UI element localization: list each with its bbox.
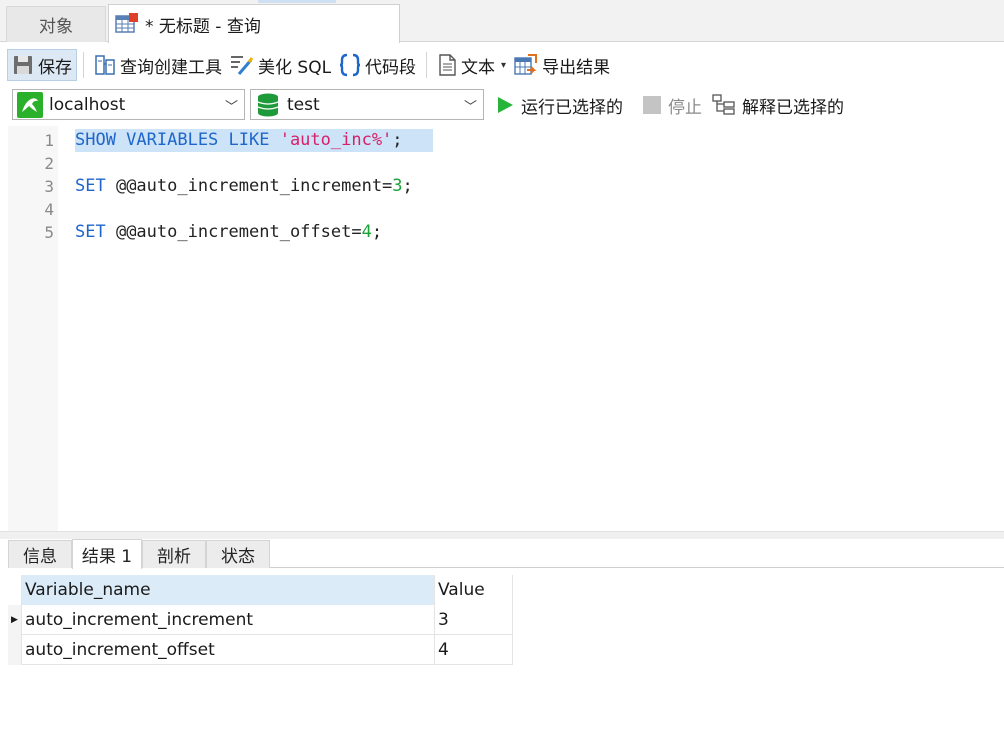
query-table-icon xyxy=(115,13,139,35)
export-results-button[interactable]: 导出结果 xyxy=(510,49,614,81)
sql-keyword: SHOW VARIABLES LIKE xyxy=(75,130,280,150)
column-header-variable-name[interactable]: Variable_name xyxy=(22,575,435,605)
tab-objects[interactable]: 对象 xyxy=(6,6,106,42)
editor-toolbar: 保存 查询创建工具 美化 SQL 代码段 文本 ▾ 导出结果 xyxy=(0,43,1004,87)
line-number: 1 xyxy=(44,131,54,150)
code-snippet-button[interactable]: 代码段 xyxy=(335,49,420,81)
current-row-arrow-icon: ▶ xyxy=(8,605,22,635)
chevron-down-icon[interactable]: ﹀ xyxy=(225,96,238,115)
stop-icon xyxy=(642,95,662,115)
tab-result-1-label: 结果 1 xyxy=(81,547,133,567)
sql-string: 'auto_inc%' xyxy=(279,130,393,150)
explain-tree-icon xyxy=(712,94,736,116)
row-selector xyxy=(8,635,22,665)
export-results-label: 导出结果 xyxy=(542,57,611,78)
editor-result-splitter[interactable] xyxy=(0,531,1004,539)
sql-variable: @@auto_increment_increment= xyxy=(105,176,393,196)
tab-info-label: 信息 xyxy=(23,547,57,567)
floppy-disk-icon xyxy=(12,54,34,76)
table-row[interactable]: ▶ auto_increment_increment 3 xyxy=(8,605,513,635)
explain-selected-button[interactable]: 解释已选择的 xyxy=(712,91,844,119)
code-snippet-label: 代码段 xyxy=(365,57,417,78)
stop-button[interactable]: 停止 xyxy=(642,91,702,119)
toolbar-divider xyxy=(83,52,84,78)
database-icon xyxy=(255,92,281,118)
sql-punct: ; xyxy=(392,130,403,150)
beautify-sql-button[interactable]: 美化 SQL xyxy=(226,49,335,81)
cell-variable-name[interactable]: auto_increment_increment xyxy=(22,605,435,635)
play-icon xyxy=(495,95,515,115)
chevron-down-icon[interactable]: ﹀ xyxy=(464,96,477,115)
line-number-gutter: 1 2 3 4 5 xyxy=(8,126,58,531)
text-mode-label: 文本 xyxy=(461,57,496,78)
code-line-3: SET @@auto_increment_increment=3; xyxy=(58,175,1004,198)
sql-punct: ; xyxy=(402,176,413,196)
table-row[interactable]: auto_increment_offset 4 xyxy=(8,635,513,665)
beautify-sql-label: 美化 SQL xyxy=(258,57,332,78)
sql-variable: @@auto_increment_offset= xyxy=(105,222,362,242)
save-button[interactable]: 保存 xyxy=(7,49,77,81)
sql-editor[interactable]: 1 2 3 4 5 SHOW VARIABLES LIKE 'auto_inc%… xyxy=(8,126,1004,531)
server-select-value: localhost xyxy=(49,94,126,115)
sql-keyword: SET xyxy=(75,222,106,242)
toolbar-divider xyxy=(426,52,428,78)
server-select[interactable]: localhost ﹀ xyxy=(12,89,245,120)
line-number: 4 xyxy=(44,200,54,219)
tab-status[interactable]: 状态 xyxy=(206,540,270,568)
explain-selected-label: 解释已选择的 xyxy=(742,97,844,118)
code-area[interactable]: SHOW VARIABLES LIKE 'auto_inc%'; SET @@a… xyxy=(58,126,1004,531)
tab-query-label: * 无标题 - 查询 xyxy=(145,16,261,37)
sql-number: 3 xyxy=(392,176,403,196)
tab-info[interactable]: 信息 xyxy=(8,540,72,568)
tab-strip-highlight xyxy=(258,0,336,3)
cell-value[interactable]: 3 xyxy=(435,605,513,635)
sql-keyword: SET xyxy=(75,176,106,196)
database-select[interactable]: test ﹀ xyxy=(250,89,484,120)
sql-number: 4 xyxy=(361,222,372,242)
tab-strip: 对象 * 无标题 - 查询 xyxy=(0,0,1004,43)
connection-bar: localhost ﹀ test ﹀ 运行已选择的 停止 解释已选择的 xyxy=(0,87,1004,123)
code-line-5: SET @@auto_increment_offset=4; xyxy=(58,221,1004,244)
query-builder-button[interactable]: 查询创建工具 xyxy=(90,49,226,81)
tab-status-label: 状态 xyxy=(221,547,255,567)
tab-query[interactable]: * 无标题 - 查询 xyxy=(108,4,400,43)
document-icon xyxy=(437,54,457,76)
text-mode-button[interactable]: 文本 ▾ xyxy=(433,49,510,81)
run-selected-button[interactable]: 运行已选择的 xyxy=(495,91,623,119)
grid-header-row: Variable_name Value xyxy=(8,575,513,605)
stop-label: 停止 xyxy=(668,97,702,118)
code-line-1: SHOW VARIABLES LIKE 'auto_inc%'; xyxy=(58,129,1004,152)
query-builder-label: 查询创建工具 xyxy=(120,57,222,78)
cell-variable-name[interactable]: auto_increment_offset xyxy=(22,635,435,665)
tab-profile[interactable]: 剖析 xyxy=(142,540,206,568)
column-header-value[interactable]: Value xyxy=(435,575,513,605)
tab-objects-label: 对象 xyxy=(39,17,73,37)
line-number: 3 xyxy=(44,177,54,196)
result-tabs: 信息 结果 1 剖析 状态 xyxy=(8,539,1004,569)
selected-text: SHOW VARIABLES LIKE 'auto_inc%'; xyxy=(75,129,433,152)
magic-wand-icon xyxy=(230,54,254,76)
row-selector-header xyxy=(8,575,22,605)
save-button-label: 保存 xyxy=(38,57,72,78)
mysql-dolphin-icon xyxy=(17,91,43,118)
braces-icon xyxy=(339,53,361,77)
tab-profile-label: 剖析 xyxy=(157,547,191,567)
line-number: 2 xyxy=(44,154,54,173)
chevron-down-icon[interactable]: ▾ xyxy=(501,60,506,71)
sql-punct: ; xyxy=(371,222,383,242)
tab-result-1[interactable]: 结果 1 xyxy=(72,539,142,569)
database-select-value: test xyxy=(287,94,320,115)
export-table-icon xyxy=(514,54,538,76)
run-selected-label: 运行已选择的 xyxy=(521,97,623,118)
query-builder-icon xyxy=(94,54,116,76)
cell-value[interactable]: 4 xyxy=(435,635,513,665)
line-number: 5 xyxy=(44,223,54,242)
